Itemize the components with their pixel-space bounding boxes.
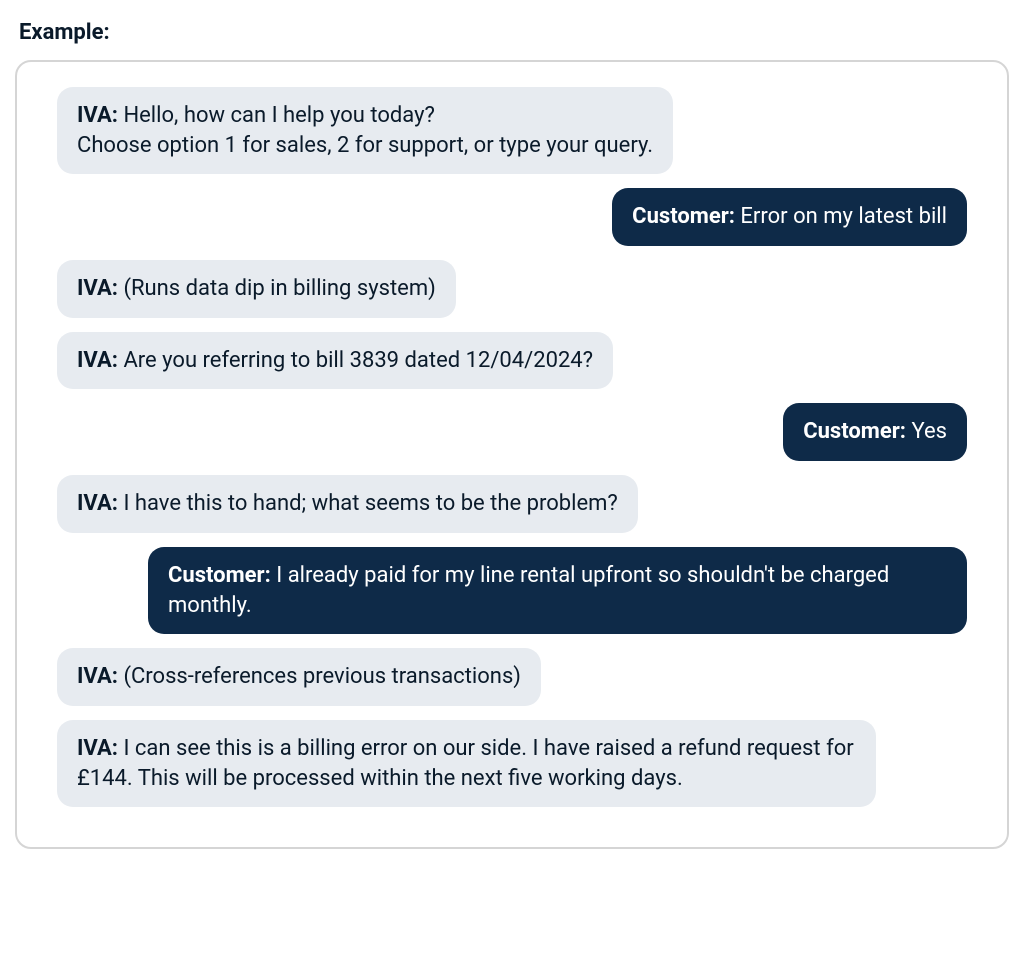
speaker-label: IVA:	[77, 736, 118, 761]
messages-container: IVA: Hello, how can I help you today? Cho…	[57, 87, 967, 807]
message-extra-text: Choose option 1 for sales, 2 for support…	[77, 133, 653, 158]
iva-message-bubble: IVA: Are you referring to bill 3839 date…	[57, 332, 613, 390]
speaker-label: IVA:	[77, 276, 118, 301]
message-row: IVA: I have this to hand; what seems to …	[57, 475, 967, 533]
message-text: Error on my latest bill	[735, 204, 947, 229]
speaker-label: IVA:	[77, 103, 118, 128]
message-row: IVA: Are you referring to bill 3839 date…	[57, 332, 967, 390]
message-text: Are you referring to bill 3839 dated 12/…	[118, 348, 593, 373]
message-text: (Cross-references previous transactions)	[118, 664, 521, 689]
message-row: IVA: Hello, how can I help you today? Cho…	[57, 87, 967, 174]
message-text: (Runs data dip in billing system)	[118, 276, 436, 301]
message-row: IVA: I can see this is a billing error o…	[57, 720, 967, 807]
speaker-label: Customer:	[632, 204, 735, 229]
speaker-label: IVA:	[77, 491, 118, 516]
message-text: I already paid for my line rental upfron…	[168, 563, 889, 618]
customer-message-bubble: Customer: Yes	[783, 403, 967, 461]
message-text: Yes	[906, 419, 947, 444]
speaker-label: IVA:	[77, 664, 118, 689]
iva-message-bubble: IVA: Hello, how can I help you today? Cho…	[57, 87, 673, 174]
message-text: Hello, how can I help you today?	[118, 103, 435, 128]
message-row: Customer: I already paid for my line ren…	[57, 547, 967, 634]
speaker-label: Customer:	[803, 419, 906, 444]
message-row: IVA: (Cross-references previous transact…	[57, 648, 967, 706]
message-text: I have this to hand; what seems to be th…	[118, 491, 618, 516]
speaker-label: IVA:	[77, 348, 118, 373]
iva-message-bubble: IVA: (Cross-references previous transact…	[57, 648, 541, 706]
message-row: Customer: Yes	[57, 403, 967, 461]
iva-message-bubble: IVA: I have this to hand; what seems to …	[57, 475, 638, 533]
customer-message-bubble: Customer: Error on my latest bill	[612, 188, 967, 246]
message-text: I can see this is a billing error on our…	[77, 736, 854, 791]
chat-transcript-box: IVA: Hello, how can I help you today? Cho…	[15, 60, 1009, 849]
speaker-label: Customer:	[168, 563, 271, 588]
message-row: Customer: Error on my latest bill	[57, 188, 967, 246]
message-row: IVA: (Runs data dip in billing system)	[57, 260, 967, 318]
example-heading: Example:	[15, 20, 1009, 45]
customer-message-bubble: Customer: I already paid for my line ren…	[148, 547, 967, 634]
iva-message-bubble: IVA: (Runs data dip in billing system)	[57, 260, 456, 318]
iva-message-bubble: IVA: I can see this is a billing error o…	[57, 720, 876, 807]
